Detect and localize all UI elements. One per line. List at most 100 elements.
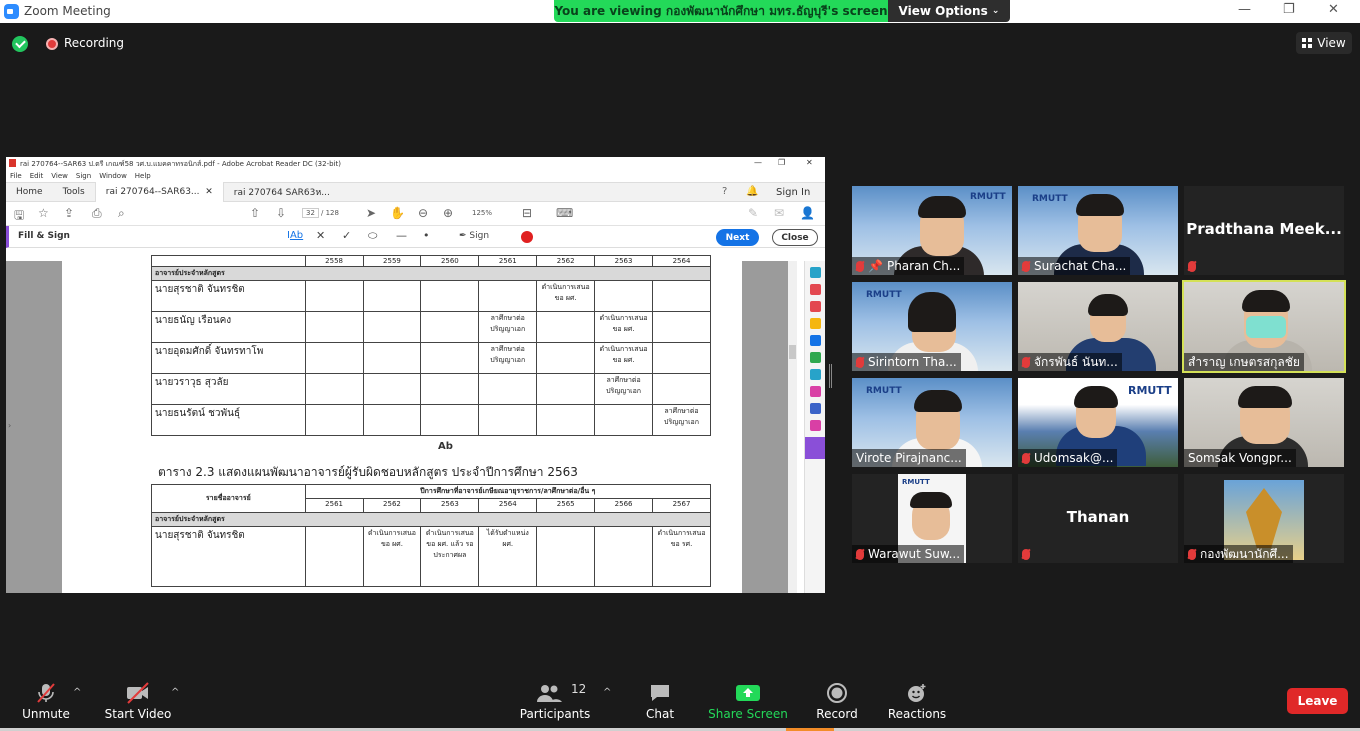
participant-name-tag: Sirintorn Tha... [852,353,961,371]
acro-close-icon[interactable]: ✕ [806,158,813,167]
close-window-button[interactable]: ✕ [1328,2,1339,17]
page-up-icon[interactable]: ⇧ [250,206,260,220]
menu-sign[interactable]: Sign [76,172,91,180]
menu-window[interactable]: Window [99,172,127,180]
maximize-button[interactable]: ❐ [1283,2,1295,17]
fit-page-icon[interactable]: ⊟ [522,206,532,220]
right-tools-sidebar [804,261,825,593]
plan-cell [362,404,422,436]
security-shield-icon[interactable] [12,36,28,52]
scan-ocr-icon[interactable] [809,369,821,380]
text-tool-icon[interactable]: IAb [287,230,303,241]
page-number-input[interactable]: 32 [302,208,319,218]
color-picker-red[interactable] [521,231,533,243]
help-icon[interactable]: ? [722,186,727,197]
check-tool-icon[interactable]: ✓ [342,229,351,242]
scroll-thumb[interactable] [789,345,796,359]
more-tools-icon[interactable] [809,420,821,431]
participant-tile[interactable]: RMUTT Udomsak@... [1018,378,1178,467]
fill-sign-side-icon[interactable] [809,386,821,397]
participant-tile[interactable]: RMUTT 📌 Pharan Ch... [852,186,1012,275]
audio-options-caret-icon[interactable]: ^ [73,687,81,698]
menu-help[interactable]: Help [135,172,151,180]
participant-tile[interactable]: กองพัฒนานักศึ... [1184,474,1344,563]
splitter-handle[interactable] [829,364,832,388]
muted-mic-icon [1022,452,1030,464]
bell-icon[interactable]: 🔔 [746,186,758,197]
left-panel-arrow-icon[interactable]: › [8,421,11,430]
dot-tool-icon[interactable]: • [423,229,430,242]
menu-view[interactable]: View [51,172,68,180]
protect-icon[interactable] [809,403,821,414]
menu-edit[interactable]: Edit [30,172,44,180]
participant-tile[interactable]: RMUTT Warawut Suw... [852,474,1012,563]
participant-tile[interactable]: จักรพันธ์ นันท... [1018,282,1178,371]
cross-tool-icon[interactable]: ✕ [316,229,325,242]
participant-tile[interactable]: RMUTT Virote Pirajnanc... [852,378,1012,467]
close-tab-icon[interactable]: ✕ [205,187,213,197]
combine-files-icon[interactable] [809,335,821,346]
ellipse-tool-icon[interactable]: ⬭ [368,229,377,243]
page-down-icon[interactable]: ⇩ [276,206,286,220]
upload-icon[interactable]: ⇪ [64,206,74,220]
participant-tile[interactable]: Pradthana Meek... [1184,186,1344,275]
participants-caret-icon[interactable]: ^ [603,687,611,698]
tab-tools[interactable]: Tools [53,182,95,202]
participant-tile[interactable]: RMUTT Surachat Cha... [1018,186,1178,275]
participant-tile[interactable]: Thanan [1018,474,1178,563]
close-fill-sign-button[interactable]: Close [772,229,818,246]
tab-doc-2[interactable]: rai 270764 SAR63ห... [224,182,340,202]
zoom-level[interactable]: 125% [472,209,492,217]
share-user-icon[interactable]: 👤 [800,206,815,220]
sign-tool[interactable]: ✒ Sign [459,231,489,241]
tab-home[interactable]: Home [6,182,53,202]
fill-sign-active-icon[interactable] [805,437,825,459]
leave-button[interactable]: Leave [1287,688,1348,714]
sign-in-link[interactable]: Sign In [776,187,810,198]
hand-tool-icon[interactable]: ✋ [390,206,405,220]
year-cell: 2561 [304,498,364,513]
acro-maximize-icon[interactable]: ❐ [778,158,785,167]
document-scrollbar[interactable] [788,261,797,593]
comment-icon[interactable] [809,318,821,329]
menu-file[interactable]: File [10,172,22,180]
participant-name-tag [1018,545,1034,563]
star-icon[interactable]: ☆ [38,206,49,220]
participant-name-tag [1184,257,1200,275]
teacher-name: นายอุดมศักดิ์ จันทรทาโพ [151,342,306,374]
keyboard-icon[interactable]: ⌨ [556,206,573,220]
mail-icon[interactable]: ✉ [774,206,784,220]
plan-cell [304,342,364,374]
line-tool-icon[interactable]: — [396,229,407,242]
organize-pages-icon[interactable] [809,352,821,363]
minimize-button[interactable]: — [1238,2,1251,17]
plan-cell: ดำเนินการเสนอขอ ผศ. แล้ว รอประกาศผล [420,526,480,587]
next-button[interactable]: Next [716,229,759,246]
table-row: นายอุดมศักดิ์ จันทรทาโพ ลาศึกษาต่อปริญญา… [151,342,711,374]
acro-minimize-icon[interactable]: — [754,158,762,167]
view-options-button[interactable]: View Options ⌄ [888,0,1010,22]
plan-cell [594,404,654,436]
reactions-label: Reactions [887,707,947,721]
print-icon[interactable]: ⎙ [92,206,102,221]
select-cursor-icon[interactable]: ➤ [366,206,376,220]
plan-cell: ดำเนินการเสนอขอ ผศ. [594,311,654,343]
save-icon[interactable]: 🖫 [14,206,24,227]
zoom-in-icon[interactable]: ⊕ [443,206,453,220]
participant-name-tag: Warawut Suw... [852,545,965,563]
grid-icon [1302,38,1313,48]
participant-tile-active-speaker[interactable]: สำราญ เกษตรสกุลชัย [1182,280,1346,373]
tab-doc-1[interactable]: rai 270764--SAR63... ✕ [94,182,224,202]
zoom-search-icon[interactable]: ⌕ [118,206,125,221]
edit-pdf-icon[interactable] [809,301,821,312]
export-pdf-icon[interactable] [809,267,821,278]
monument-shape [1246,488,1282,548]
create-pdf-icon[interactable] [809,284,821,295]
plan-cell: ดำเนินการเสนอขอ ผศ. [536,280,596,312]
participant-tile[interactable]: RMUTT Sirintorn Tha... [852,282,1012,371]
fill-sign-tool-icon[interactable]: ✎ [748,206,758,220]
zoom-out-icon[interactable]: ⊖ [418,206,428,220]
participant-tile[interactable]: Somsak Vongpr... [1184,378,1344,467]
view-layout-button[interactable]: View [1296,32,1352,54]
video-options-caret-icon[interactable]: ^ [171,687,179,698]
